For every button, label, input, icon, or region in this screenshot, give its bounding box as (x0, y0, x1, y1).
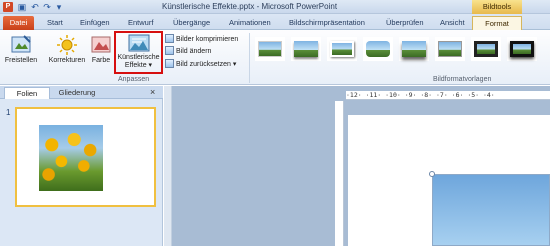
group-label-anpassen: Anpassen (118, 76, 150, 83)
remove-background-icon (11, 35, 31, 53)
picture-style-4[interactable] (363, 37, 393, 61)
bild-aendern-button[interactable]: Bild ändern (165, 46, 211, 57)
tab-datei[interactable]: Datei (3, 16, 34, 30)
picture-style-2[interactable] (291, 37, 321, 61)
bilder-komprimieren-label: Bilder komprimieren (176, 36, 239, 43)
freistellen-label: Freistellen (4, 57, 38, 64)
tab-animationen[interactable]: Animationen (229, 16, 271, 30)
powerpoint-icon[interactable]: P (3, 2, 13, 12)
selected-picture[interactable] (432, 174, 550, 246)
picture-style-5[interactable] (399, 37, 429, 61)
korrekturen-button[interactable]: Korrekturen (46, 34, 88, 65)
bild-zuruecksetzen-label: Bild zurücksetzen (176, 61, 231, 68)
group-label-bildformatvorlagen: Bildformatvorlagen (433, 76, 492, 83)
resize-handle[interactable] (429, 171, 435, 177)
picture-style-7[interactable] (471, 37, 501, 61)
bild-zuruecksetzen-button[interactable]: Bild zurücksetzen ▾ (165, 59, 236, 70)
undo-icon[interactable]: ↶ (30, 2, 40, 12)
slides-pane: Folien Gliederung × 1 (0, 86, 163, 246)
tab-folien[interactable]: Folien (4, 87, 50, 99)
ribbon: Freistellen Korrekturen Farbe Künstleris… (0, 30, 550, 85)
bilder-komprimieren-button[interactable]: Bilder komprimieren (165, 34, 238, 45)
compress-pictures-icon (165, 34, 174, 43)
tulip-image (39, 125, 103, 191)
redo-icon[interactable]: ↷ (42, 2, 52, 12)
color-palette-icon (91, 36, 111, 53)
tab-gliederung[interactable]: Gliederung (52, 87, 102, 99)
slide-thumbnail[interactable] (15, 107, 156, 207)
close-icon[interactable]: × (150, 87, 155, 97)
highlight-box (114, 31, 163, 74)
change-picture-icon (165, 46, 174, 55)
reset-picture-icon (165, 59, 174, 68)
tab-entwurf[interactable]: Entwurf (128, 16, 153, 30)
window-title: Künstlerische Effekte.pptx - Microsoft P… (162, 2, 338, 11)
tab-format[interactable]: Format (472, 16, 522, 30)
picture-style-8[interactable] (507, 37, 537, 61)
bild-aendern-label: Bild ändern (176, 48, 212, 55)
pane-splitter[interactable] (164, 86, 172, 246)
vertical-ruler (335, 101, 344, 246)
farbe-button[interactable]: Farbe (90, 34, 112, 65)
customize-qat-icon[interactable]: ▾ (54, 2, 64, 12)
farbe-label: Farbe (91, 57, 111, 64)
dropdown-arrow-icon: ▾ (232, 61, 237, 68)
picture-style-1[interactable] (255, 37, 285, 61)
tab-einfuegen[interactable]: Einfügen (80, 16, 110, 30)
bildtools-context-label: Bildtools (472, 0, 522, 14)
horizontal-ruler: ·12· ·11· ·10· ·9· ·8· ·7· ·6· ·5· ·4· (346, 91, 550, 100)
freistellen-button[interactable]: Freistellen (3, 34, 39, 65)
tab-ansicht[interactable]: Ansicht (440, 16, 465, 30)
group-separator (249, 33, 250, 83)
sun-icon (57, 35, 77, 55)
picture-style-3[interactable] (327, 37, 357, 61)
korrekturen-label: Korrekturen (48, 57, 86, 64)
tab-start[interactable]: Start (47, 16, 63, 30)
picture-style-6[interactable] (435, 37, 465, 61)
tab-uebergaenge[interactable]: Übergänge (173, 16, 210, 30)
pane-tab-row: Folien Gliederung × (0, 86, 163, 99)
tab-ueberpruefen[interactable]: Überprüfen (386, 16, 424, 30)
title-bar: P ▣ ↶ ↷ ▾ Künstlerische Effekte.pptx - M… (0, 0, 550, 14)
save-icon[interactable]: ▣ (17, 2, 27, 12)
tab-bildschirmpraesentation[interactable]: Bildschirmpräsentation (289, 16, 365, 30)
ribbon-tab-row: Datei Start Einfügen Entwurf Übergänge A… (0, 14, 550, 30)
slide-number: 1 (6, 108, 11, 117)
